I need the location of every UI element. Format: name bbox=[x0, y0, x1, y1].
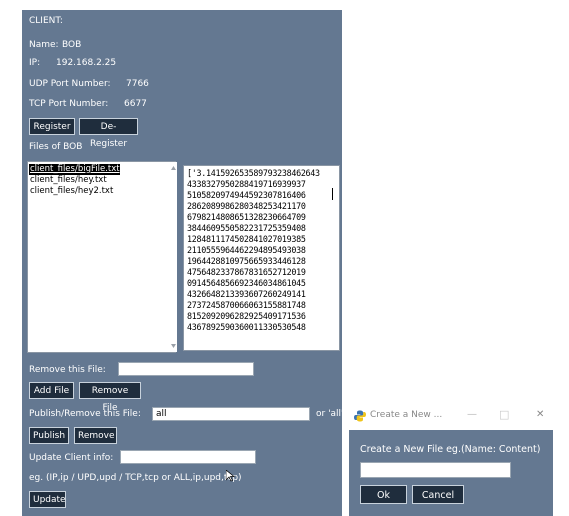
client-header: CLIENT: bbox=[29, 16, 63, 26]
content-line: 5105820974944592307816406 bbox=[187, 190, 306, 200]
ok-button[interactable]: Ok bbox=[360, 485, 407, 504]
register-button[interactable]: Register bbox=[29, 118, 75, 135]
dialog-title: Create a New ... bbox=[370, 410, 443, 420]
content-line: 3844609550582231725359408 bbox=[187, 223, 306, 233]
deregister-button[interactable]: De-Register bbox=[79, 118, 138, 149]
remove-file-button[interactable]: Remove File bbox=[79, 382, 141, 413]
files-label: Files of BOB bbox=[29, 142, 83, 152]
python-app-icon bbox=[354, 410, 366, 422]
update-hint: eg. (IP,ip / UPD,upd / TCP,tcp or ALL,ip… bbox=[29, 473, 242, 483]
name-value: BOB bbox=[62, 40, 82, 50]
list-item[interactable]: client_files/hey.txt bbox=[29, 175, 107, 186]
update-label: Update Client info: bbox=[29, 453, 114, 463]
tcp-label: TCP Port Number: bbox=[29, 99, 109, 109]
remove-file-input[interactable] bbox=[118, 362, 254, 376]
dialog-titlebar[interactable]: Create a New ... — □ ✕ bbox=[349, 401, 569, 430]
minimize-button[interactable]: — bbox=[467, 409, 477, 420]
list-item[interactable]: client_files/hey2.txt bbox=[29, 186, 113, 197]
maximize-button[interactable]: □ bbox=[499, 408, 509, 421]
update-button[interactable]: Update bbox=[29, 491, 66, 508]
ip-value: 192.168.2.25 bbox=[56, 58, 117, 68]
publish-button[interactable]: Publish bbox=[29, 427, 69, 444]
publish-input[interactable]: all bbox=[152, 407, 310, 421]
remove-file-label: Remove this File: bbox=[29, 365, 106, 375]
udp-label: UDP Port Number: bbox=[29, 79, 111, 89]
dialog-body: Create a New File eg.(Name: Content) Ok … bbox=[349, 430, 553, 516]
remove-button[interactable]: Remove bbox=[74, 427, 117, 444]
tcp-value: 6677 bbox=[124, 99, 147, 109]
content-line: 0914564856692346034861045 bbox=[187, 278, 306, 288]
update-input[interactable] bbox=[120, 450, 256, 464]
text-cursor bbox=[332, 188, 333, 200]
content-line: ['3.141592653589793238462643 bbox=[187, 168, 320, 178]
content-line: 4338327950288419716939937 bbox=[187, 179, 306, 189]
content-line: 8152092096282925409171536 bbox=[187, 311, 306, 321]
content-line: 4756482337867831652712019 bbox=[187, 267, 306, 277]
content-line: 1964428810975665933446128 bbox=[187, 256, 306, 266]
content-line: 4326648213393607260249141 bbox=[187, 289, 306, 299]
add-file-button[interactable]: Add File bbox=[29, 382, 74, 399]
client-window: CLIENT: Name: BOB IP: 192.168.2.25 UDP P… bbox=[22, 10, 344, 516]
ip-label: IP: bbox=[29, 58, 41, 68]
new-file-input[interactable] bbox=[360, 462, 511, 478]
scroll-arrows-icon bbox=[171, 166, 176, 348]
publish-label: Publish/Remove this File: bbox=[29, 409, 141, 419]
name-label: Name: bbox=[29, 40, 59, 50]
dialog-prompt: Create a New File eg.(Name: Content) bbox=[360, 444, 541, 455]
file-content-textbox[interactable]: ['3.141592653589793238462643 43383279502… bbox=[183, 165, 340, 351]
content-line: 2110555964462294895493038 bbox=[187, 245, 306, 255]
content-line: 1284811174502841027019385 bbox=[187, 234, 306, 244]
create-file-dialog: Create a New ... — □ ✕ Create a New File… bbox=[349, 401, 569, 516]
udp-value: 7766 bbox=[126, 79, 149, 89]
content-line: 4367892590360011330530548 bbox=[187, 322, 306, 332]
list-item[interactable]: client_files/bigFile.txt bbox=[29, 164, 120, 175]
files-scrollbar[interactable] bbox=[170, 162, 177, 352]
content-line: 2737245870066063155881748 bbox=[187, 300, 306, 310]
cancel-button[interactable]: Cancel bbox=[412, 485, 464, 504]
or-all-label: or 'all' bbox=[316, 409, 344, 419]
content-line: 2862089986280348253421170 bbox=[187, 201, 306, 211]
content-line: 6798214808651328230664709 bbox=[187, 212, 306, 222]
mouse-cursor-icon bbox=[226, 470, 235, 482]
files-listbox[interactable]: client_files/bigFile.txt client_files/he… bbox=[27, 161, 177, 353]
close-button[interactable]: ✕ bbox=[536, 409, 544, 420]
